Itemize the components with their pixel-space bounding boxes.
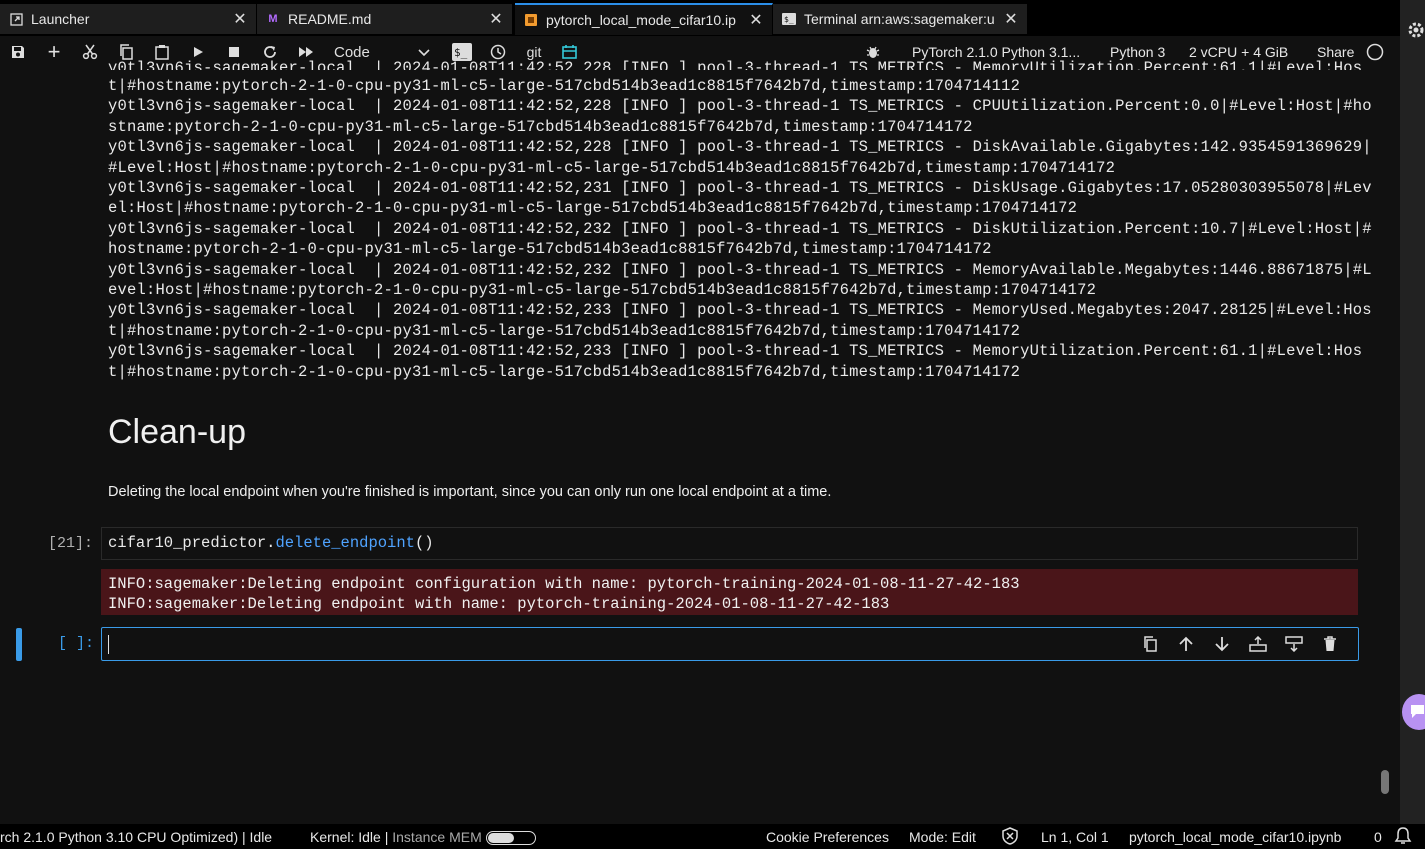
output-line: y0tl3vn6js-sagemaker-local | 2024-01-08T… [108, 138, 1372, 157]
close-icon[interactable]: ✕ [748, 12, 764, 29]
tab-readme[interactable]: M README.md ✕ [257, 4, 513, 34]
scrollbar-thumb[interactable] [1381, 770, 1389, 794]
status-bar: rch 2.1.0 Python 3.10 CPU Optimized) | I… [0, 824, 1425, 849]
notification-count: 0 [1374, 829, 1382, 845]
shield-icon[interactable] [1002, 827, 1018, 848]
output-line: t|#hostname:pytorch-2-1-0-cpu-py31-ml-c5… [108, 321, 1021, 340]
tab-label: pytorch_local_mode_cifar10.ip [546, 12, 736, 28]
code-cell[interactable]: cifar10_predictor.delete_endpoint() [101, 527, 1358, 560]
output-line: t|#hostname:pytorch-2-1-0-cpu-py31-ml-c5… [108, 362, 1021, 381]
stderr-output: INFO:sagemaker:Deleting endpoint configu… [101, 569, 1358, 615]
memory-toggle[interactable] [485, 831, 536, 846]
output-line: t|#hostname:pytorch-2-1-0-cpu-py31-ml-c5… [108, 77, 1021, 95]
cursor-position[interactable]: Ln 1, Col 1 [1041, 829, 1109, 845]
duplicate-cell-icon[interactable] [1132, 633, 1168, 655]
output-line: y0tl3vn6js-sagemaker-local | 2024-01-08T… [108, 260, 1372, 279]
section-heading: Clean-up [108, 413, 246, 451]
markdown-paragraph: Deleting the local endpoint when you're … [108, 484, 832, 500]
text-cursor [108, 635, 109, 654]
output-line: y0tl3vn6js-sagemaker-local | 2024-01-08T… [108, 219, 1372, 238]
insert-above-icon[interactable] [1240, 633, 1276, 655]
output-line: el:Host|#hostname:pytorch-2-1-0-cpu-py31… [108, 199, 1078, 218]
code-line: cifar10_predictor.delete_endpoint() [108, 534, 434, 552]
tab-label: README.md [288, 11, 372, 27]
close-icon[interactable]: ✕ [488, 11, 504, 28]
output-line: #Level:Host|#hostname:pytorch-2-1-0-cpu-… [108, 158, 1116, 177]
cut-icon[interactable] [72, 37, 108, 67]
active-cell-indicator [16, 628, 22, 661]
stderr-line: INFO:sagemaker:Deleting endpoint configu… [108, 575, 1020, 593]
bell-icon[interactable] [1394, 826, 1412, 849]
tab-terminal[interactable]: $_ Terminal arn:aws:sagemaker:u ✕ [773, 4, 1028, 34]
code-cell-input[interactable] [101, 627, 1359, 661]
tab-launcher[interactable]: Launcher ✕ [0, 4, 257, 34]
output-line: y0tl3vn6js-sagemaker-local | 2024-01-08T… [108, 342, 1363, 361]
output-line: evel:Host|#hostname:pytorch-2-1-0-cpu-py… [108, 281, 1097, 300]
move-down-icon[interactable] [1204, 633, 1240, 655]
terminal-icon: $_ [782, 12, 796, 26]
tab-label: Launcher [31, 11, 90, 27]
output-line: y0tl3vn6js-sagemaker-local | 2024-01-08T… [108, 301, 1372, 320]
close-icon[interactable]: ✕ [1003, 11, 1019, 28]
gear-icon[interactable] [1406, 20, 1425, 45]
add-cell-icon[interactable]: + [36, 37, 72, 67]
move-up-icon[interactable] [1168, 633, 1204, 655]
code-object: cifar10_predictor. [108, 534, 276, 552]
instance-mem-label: Instance MEM [392, 829, 482, 845]
output-line: hostname:pytorch-2-1-0-cpu-py31-ml-c5-la… [108, 240, 992, 259]
stderr-line: INFO:sagemaker:Deleting endpoint with na… [108, 595, 890, 614]
kernel-status-icon [1366, 36, 1384, 68]
cell-prompt: [ ]: [58, 635, 95, 652]
kernel-state-label: Kernel: Idle | [310, 829, 389, 845]
output-line: y0tl3vn6js-sagemaker-local | 2024-01-08T… [108, 179, 1372, 198]
delete-cell-icon[interactable] [1312, 633, 1348, 655]
insert-below-icon[interactable] [1276, 633, 1312, 655]
output-partial-line: y0tl3vn6js-sagemaker-local | 2024-01-08T… [108, 59, 1363, 70]
launcher-icon [9, 12, 23, 26]
cookie-preferences-link[interactable]: Cookie Preferences [766, 829, 889, 845]
tab-bar: Launcher ✕ M README.md ✕ pytorch_local_m… [0, 0, 1425, 36]
code-function: delete_endpoint [275, 534, 415, 552]
cell-prompt: [21]: [48, 535, 94, 552]
markdown-icon: M [268, 13, 278, 25]
output-line: stname:pytorch-2-1-0-cpu-py31-ml-c5-larg… [108, 117, 973, 136]
svg-text:$_: $_ [784, 15, 794, 24]
mode-indicator: Mode: Edit [909, 829, 976, 845]
status-filename: pytorch_local_mode_cifar10.ipynb [1129, 829, 1342, 845]
code-tail: () [414, 534, 434, 552]
output-line: y0tl3vn6js-sagemaker-local | 2024-01-08T… [108, 97, 1372, 116]
notebook-icon [524, 13, 538, 27]
close-icon[interactable]: ✕ [232, 11, 248, 28]
kernel-info-status[interactable]: rch 2.1.0 Python 3.10 CPU Optimized) | I… [0, 829, 272, 845]
save-icon[interactable] [0, 37, 36, 67]
kernel-state: Kernel: Idle | Instance MEM [310, 829, 536, 846]
tab-notebook[interactable]: pytorch_local_mode_cifar10.ip ✕ [515, 3, 773, 35]
cell-output: t|#hostname:pytorch-2-1-0-cpu-py31-ml-c5… [108, 76, 1372, 382]
cell-actions [1132, 633, 1348, 655]
tab-label: Terminal arn:aws:sagemaker:u [804, 11, 995, 27]
